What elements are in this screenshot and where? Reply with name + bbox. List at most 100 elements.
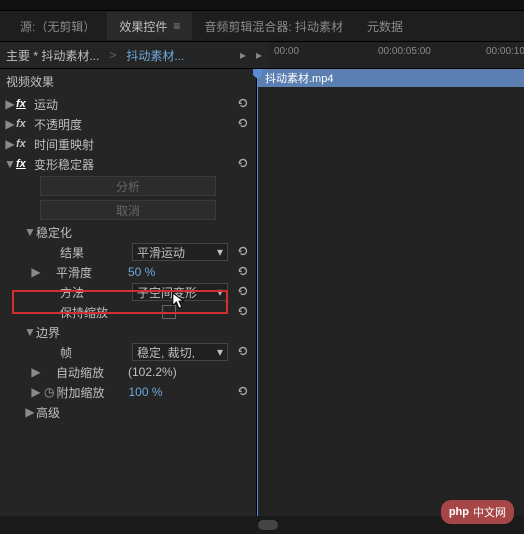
effect-label: 变形稳定器 (32, 156, 236, 173)
group-stabilize[interactable]: ▼ 稳定化 (0, 222, 256, 242)
effect-label: 时间重映射 (32, 136, 252, 153)
smoothness-value[interactable]: 50 % (128, 265, 214, 279)
chevron-down-icon: ▾ (217, 245, 223, 259)
panel-menu-icon[interactable]: ≡ (173, 19, 180, 33)
reset-button[interactable] (236, 284, 252, 301)
collapse-icon[interactable]: ▼ (24, 325, 36, 339)
tab-audio-mixer-label: 音频剪辑混合器: 抖动素材 (204, 18, 343, 35)
group-border[interactable]: ▼ 边界 (0, 322, 256, 342)
effect-label: 不透明度 (32, 116, 236, 133)
prop-method: 方法 子空间变形 ▾ (0, 282, 256, 302)
tab-audio-mixer[interactable]: 音频剪辑混合器: 抖动素材 (192, 12, 355, 40)
group-label: 稳定化 (36, 224, 252, 241)
collapse-icon[interactable]: ▼ (4, 157, 16, 171)
fx-icon[interactable]: fx (16, 118, 32, 130)
reset-button[interactable] (236, 156, 252, 173)
reset-button[interactable] (236, 116, 252, 133)
reset-button[interactable] (236, 384, 252, 401)
preserve-scale-checkbox[interactable] (162, 305, 176, 319)
reset-button[interactable] (236, 244, 252, 261)
effect-row-motion[interactable]: ▶ fx 运动 (0, 94, 256, 114)
group-advanced[interactable]: ▶ 高级 (0, 402, 256, 422)
reset-button[interactable] (236, 264, 252, 281)
collapse-icon[interactable]: ▼ (24, 225, 36, 239)
panel-tabs: 源:（无剪辑） 效果控件 ≡ 音频剪辑混合器: 抖动素材 元数据 (0, 11, 524, 42)
prop-additional-scale: ▶ ◷ 附加缩放 100 % (0, 382, 256, 402)
chevron-down-icon: ▾ (217, 285, 223, 299)
expand-icon[interactable]: ▶ (4, 117, 16, 131)
prop-label: 方法 (60, 284, 132, 301)
prop-result: 结果 平滑运动 ▾ (0, 242, 256, 262)
group-label: 边界 (36, 324, 252, 341)
breadcrumb-clip[interactable]: 抖动素材... (126, 47, 184, 64)
dropdown-value: 稳定, 裁切, (137, 344, 195, 361)
prop-label: 帧 (60, 344, 132, 361)
breadcrumb-master[interactable]: 主要 * 抖动素材... (6, 47, 99, 64)
method-dropdown[interactable]: 子空间变形 ▾ (132, 283, 228, 301)
expand-icon[interactable]: ▶ (24, 405, 36, 419)
effect-header: 主要 * 抖动素材... > 抖动素材... ▸ ▸ 00:00 00:00:0… (0, 42, 524, 69)
effect-row-time-remap[interactable]: ▶ fx 时间重映射 (0, 134, 256, 154)
app-root: 源:（无剪辑） 效果控件 ≡ 音频剪辑混合器: 抖动素材 元数据 主要 * 抖动… (0, 0, 524, 534)
fx-icon[interactable]: fx (16, 98, 32, 110)
prop-label: 自动缩放 (56, 364, 128, 381)
reset-button[interactable] (236, 96, 252, 113)
timeline-area[interactable]: 抖动素材.mp4 (256, 69, 524, 516)
effect-tree: 视频效果 ▶ fx 运动 ▶ fx 不透明度 ▶ fx 时间重映射 ▼ fx (0, 69, 256, 516)
clip-track-bar[interactable]: 抖动素材.mp4 (257, 69, 524, 87)
reset-button[interactable] (236, 304, 252, 321)
prop-preserve-scale: 保持缩放 (0, 302, 256, 322)
effect-header-left: 主要 * 抖动素材... > 抖动素材... ▸ ▸ (0, 47, 268, 64)
prop-frame: 帧 稳定, 裁切, ▾ (0, 342, 256, 362)
group-label: 高级 (36, 404, 252, 421)
ruler-tick-2: 00:00:10:0 (486, 46, 524, 57)
analyze-button[interactable]: 分析 (40, 176, 216, 196)
zoom-handle[interactable] (258, 520, 278, 530)
prop-label: 保持缩放 (60, 304, 162, 321)
expand-icon[interactable]: ▶ (4, 137, 16, 151)
fx-icon[interactable]: fx (16, 138, 32, 150)
main-split: 视频效果 ▶ fx 运动 ▶ fx 不透明度 ▶ fx 时间重映射 ▼ fx (0, 69, 524, 516)
tab-metadata[interactable]: 元数据 (355, 12, 415, 40)
expand-icon[interactable]: ▶ (30, 385, 42, 399)
stopwatch-icon[interactable]: ◷ (44, 385, 54, 399)
watermark-badge: php 中文网 (441, 500, 514, 524)
ruler-tick-1: 00:00:05:00 (378, 46, 431, 57)
fx-icon[interactable]: fx (16, 158, 32, 170)
tab-source[interactable]: 源:（无剪辑） (8, 12, 107, 40)
prop-label: 附加缩放 (56, 384, 128, 401)
effect-row-warp-stabilizer[interactable]: ▼ fx 变形稳定器 (0, 154, 256, 174)
keyframe-nav-prev-icon[interactable]: ▸ (240, 48, 246, 62)
tab-effect-controls-label: 效果控件 (119, 18, 167, 35)
clip-track-label: 抖动素材.mp4 (265, 70, 333, 86)
additional-scale-value[interactable]: 100 % (128, 385, 214, 399)
dropdown-value: 平滑运动 (137, 244, 185, 261)
effect-row-opacity[interactable]: ▶ fx 不透明度 (0, 114, 256, 134)
analyze-button-label: 分析 (116, 178, 140, 195)
frame-dropdown[interactable]: 稳定, 裁切, ▾ (132, 343, 228, 361)
watermark-brand: php (449, 506, 469, 518)
autoscale-value: (102.2%) (128, 365, 177, 379)
cancel-button[interactable]: 取消 (40, 200, 216, 220)
video-effects-title: 视频效果 (0, 69, 256, 94)
prop-label: 结果 (60, 244, 132, 261)
chevron-down-icon: ▾ (217, 345, 223, 359)
playhead[interactable] (257, 69, 258, 516)
expand-icon[interactable]: ▶ (4, 97, 16, 111)
keyframe-nav-next-icon[interactable]: ▸ (256, 48, 262, 62)
watermark-site: 中文网 (473, 504, 506, 520)
prop-smoothness: ▶ 平滑度 50 % (0, 262, 256, 282)
expand-icon[interactable]: ▶ (30, 365, 42, 379)
expand-icon[interactable]: ▶ (30, 265, 42, 279)
breadcrumb-sep: > (109, 48, 116, 62)
timeline-ruler[interactable]: 00:00 00:00:05:00 00:00:10:0 (268, 42, 524, 68)
dropdown-value: 子空间变形 (137, 284, 197, 301)
window-top-gap (0, 0, 524, 11)
reset-button[interactable] (236, 344, 252, 361)
result-dropdown[interactable]: 平滑运动 ▾ (132, 243, 228, 261)
ruler-tick-0: 00:00 (274, 46, 299, 57)
tab-effect-controls[interactable]: 效果控件 ≡ (107, 12, 192, 40)
prop-autoscale: ▶ 自动缩放 (102.2%) (0, 362, 256, 382)
cancel-button-label: 取消 (116, 202, 140, 219)
tab-metadata-label: 元数据 (367, 18, 403, 35)
